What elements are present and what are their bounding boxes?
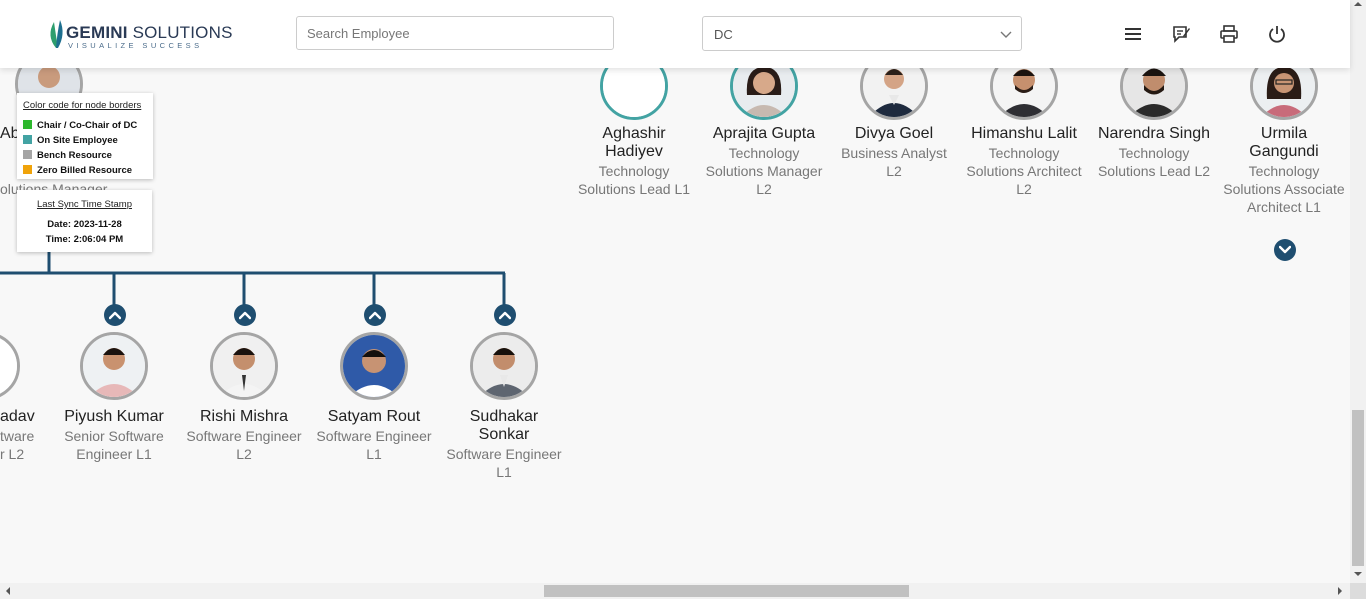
- node-name[interactable]: Rishi Mishra: [184, 408, 304, 426]
- app-header: GEMINI SOLUTIONS VISUALIZE SUCCESS DC: [0, 0, 1350, 68]
- legend-item-bench: Bench Resource: [23, 150, 112, 161]
- power-icon[interactable]: [1267, 24, 1287, 44]
- dc-select-value: DC: [714, 27, 733, 42]
- chevron-up-icon: [109, 311, 121, 320]
- node-name[interactable]: Sudhakar Sonkar: [454, 408, 554, 444]
- border-color-legend: Color code for node borders Chair / Co-C…: [17, 93, 153, 179]
- org-chart[interactable]: Ab olutions Manager Color code for node …: [0, 0, 1350, 583]
- gemini-logo[interactable]: GEMINI SOLUTIONS VISUALIZE SUCCESS: [46, 18, 232, 52]
- legend-title: Color code for node borders: [23, 100, 142, 111]
- scroll-left-arrow-icon[interactable]: [4, 587, 12, 595]
- logo-tagline: VISUALIZE SUCCESS: [68, 41, 203, 50]
- node-name[interactable]: adav: [0, 408, 36, 426]
- node-title: Technology Solutions Architect L2: [966, 145, 1082, 197]
- node-name[interactable]: Piyush Kumar: [54, 408, 174, 426]
- scroll-right-arrow-icon[interactable]: [1336, 587, 1344, 595]
- leaf-logo-icon: [50, 20, 63, 48]
- node-name[interactable]: Urmila Gangundi: [1234, 125, 1334, 161]
- logo-wordmark: GEMINI SOLUTIONS: [66, 23, 233, 42]
- node-title: Technology Solutions Associate Architect…: [1223, 163, 1345, 215]
- print-icon[interactable]: [1219, 24, 1239, 44]
- node-title: Business Analyst L2: [841, 145, 947, 179]
- collapse-toggle-sudhakar[interactable]: [494, 304, 516, 326]
- chevron-down-icon: [1000, 31, 1012, 38]
- chevron-up-icon: [369, 311, 381, 320]
- node-name[interactable]: Satyam Rout: [314, 408, 434, 426]
- node-title: Senior Software Engineer L1: [64, 428, 164, 462]
- node-name[interactable]: Himanshu Lalit: [964, 125, 1084, 143]
- chevron-down-icon: [1279, 245, 1291, 254]
- collapse-toggle-rishi[interactable]: [234, 304, 256, 326]
- scroll-down-arrow-icon[interactable]: [1354, 570, 1362, 578]
- expand-toggle-urmila[interactable]: [1274, 239, 1296, 261]
- sync-timestamp-box: Last Sync Time Stamp Date: 2023-11-28 Ti…: [17, 190, 152, 252]
- scrollbar-corner: [1350, 583, 1366, 599]
- sync-title: Last Sync Time Stamp: [36, 199, 133, 210]
- node-name[interactable]: Divya Goel: [834, 125, 954, 143]
- node-title: Software Engineer L2: [186, 428, 302, 462]
- collapse-toggle-satyam[interactable]: [364, 304, 386, 326]
- sync-date: Date: 2023-11-28: [47, 219, 122, 230]
- scroll-up-arrow-icon[interactable]: [1354, 0, 1362, 8]
- feedback-icon[interactable]: [1171, 24, 1191, 44]
- node-name[interactable]: Aghashir Hadiyev: [584, 125, 684, 161]
- dc-select[interactable]: DC: [702, 16, 1022, 51]
- node-title: Software Engineer L1: [316, 428, 432, 462]
- search-employee-input[interactable]: [296, 16, 614, 50]
- node-title: Technology Solutions Manager L2: [705, 145, 823, 197]
- sync-time: Time: 2:06:04 PM: [45, 234, 124, 245]
- chevron-up-icon: [499, 311, 511, 320]
- legend-item-onsite: On Site Employee: [23, 135, 118, 146]
- avatar-sudhakar-sonkar[interactable]: [470, 332, 538, 400]
- legend-item-zero-billed: Zero Billed Resource: [23, 165, 132, 176]
- menu-icon[interactable]: [1123, 24, 1143, 44]
- avatar-piyush-kumar[interactable]: [80, 332, 148, 400]
- node-title: Technology Solutions Lead L1: [577, 163, 691, 197]
- node-title: tware r L2: [0, 428, 35, 462]
- node-title: Software Engineer L1: [446, 446, 562, 480]
- avatar-rishi-mishra[interactable]: [210, 332, 278, 400]
- avatar-satyam-rout[interactable]: [340, 332, 408, 400]
- vertical-scroll-thumb[interactable]: [1352, 410, 1364, 566]
- collapse-toggle-piyush[interactable]: [104, 304, 126, 326]
- horizontal-scroll-thumb[interactable]: [544, 585, 909, 597]
- node-title: Technology Solutions Lead L2: [1097, 145, 1211, 179]
- node-name[interactable]: Aprajita Gupta: [704, 125, 824, 143]
- node-name[interactable]: Narendra Singh: [1094, 125, 1214, 143]
- chevron-up-icon: [239, 311, 251, 320]
- legend-item-chair: Chair / Co-Chair of DC: [23, 120, 137, 131]
